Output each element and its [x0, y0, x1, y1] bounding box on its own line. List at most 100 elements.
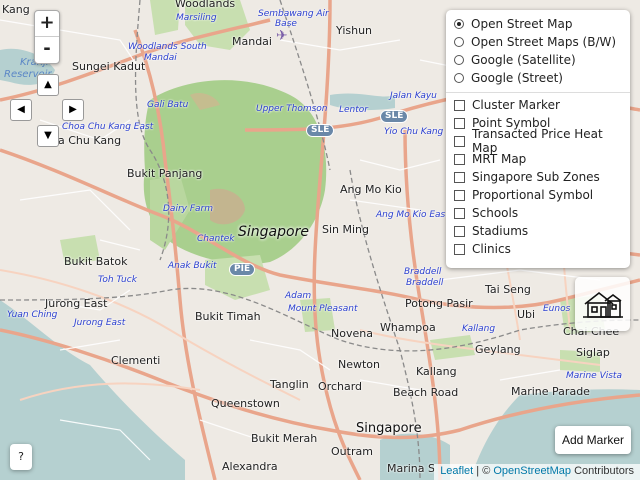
leaflet-link[interactable]: Leaflet [440, 465, 473, 477]
station-label: Dairy Farm [163, 204, 213, 214]
place-label: Bukit Timah [195, 310, 261, 323]
station-label: Yio Chu Kang [384, 127, 444, 137]
zoom-control: + - [34, 10, 60, 64]
zoom-out-button[interactable]: - [35, 37, 59, 63]
expressway-shield: PIE [229, 263, 256, 276]
base-layer-option[interactable]: Open Street Maps (B/W) [454, 33, 622, 51]
overlay-layer-option[interactable]: Transacted Price Heat Map [454, 127, 622, 155]
place-label: Bukit Batok [64, 255, 128, 268]
place-label: Beach Road [393, 386, 459, 399]
base-layer-option[interactable]: Open Street Map [454, 15, 622, 33]
station-label: Mount Pleasant [288, 304, 358, 314]
station-label: Toh Tuck [98, 275, 137, 285]
house-button[interactable] [575, 277, 630, 331]
checkbox[interactable] [454, 117, 465, 129]
station-label: Jalan Kayu [390, 91, 437, 101]
place-label: Woodlands [175, 0, 236, 10]
radio-button[interactable] [454, 55, 464, 65]
overlay-layer-label: Transacted Price Heat Map [472, 127, 603, 155]
place-label: Potong Pasir [405, 297, 473, 310]
station-label: Woodlands South [128, 42, 207, 52]
place-label: Singapore [238, 224, 309, 240]
checkbox[interactable] [454, 189, 465, 201]
place-label: Newton [338, 358, 381, 371]
layers-separator [446, 92, 630, 93]
place-label: Whampoa [380, 321, 436, 334]
place-label: Sin Ming [322, 223, 370, 236]
expressway-shield: SLE [306, 124, 335, 137]
station-label: Adam [285, 291, 312, 301]
place-label: Kallang [416, 365, 457, 378]
station-label: Yuan Ching [7, 310, 58, 320]
radio-button[interactable] [454, 19, 464, 29]
overlay-layer-option[interactable]: Cluster Marker [454, 96, 622, 114]
attribution-separator: | © [473, 465, 494, 477]
station-label: Jurong East [74, 318, 126, 328]
place-label: Ang Mo Kio [340, 183, 402, 196]
checkbox[interactable] [454, 153, 465, 165]
pan-down-button[interactable]: ▼ [37, 125, 59, 147]
overlay-layer-option[interactable]: Proportional Symbol [454, 186, 622, 204]
station-label: Marsiling [176, 13, 217, 23]
place-label: Mandai [232, 35, 272, 48]
station-label: Kallang [462, 324, 496, 334]
base-layer-option[interactable]: Google (Satellite) [454, 51, 622, 69]
pan-left-button[interactable]: ◀ [10, 99, 32, 121]
pan-right-button[interactable]: ▶ [62, 99, 84, 121]
place-label: Alexandra [222, 460, 278, 473]
overlay-layer-option[interactable]: Stadiums [454, 222, 622, 240]
place-label: Outram [331, 445, 373, 458]
place-label: Marine Parade [511, 385, 590, 398]
overlay-layer-option[interactable]: Schools [454, 204, 622, 222]
attribution-contributors: Contributors [571, 465, 634, 477]
station-label: Mandai [144, 53, 177, 63]
place-label: Singapore [356, 421, 422, 436]
airport-icon: ✈ [276, 28, 288, 44]
radio-button[interactable] [454, 37, 464, 47]
place-label: Queenstown [211, 397, 280, 410]
add-marker-button[interactable]: Add Marker [555, 426, 631, 454]
zoom-in-button[interactable]: + [35, 11, 59, 37]
base-layer-label: Google (Street) [471, 71, 563, 85]
overlay-layer-label: MRT Map [472, 152, 527, 166]
place-label: a Chu Kang [58, 134, 122, 147]
checkbox[interactable] [454, 171, 465, 183]
place-label: Orchard [318, 380, 363, 393]
overlay-layer-label: Schools [472, 206, 519, 220]
station-label: Anak Bukit [168, 261, 217, 271]
checkbox[interactable] [454, 135, 465, 147]
place-label: Marina S [387, 462, 436, 475]
place-label: Bukit Merah [251, 432, 318, 445]
overlay-layer-option[interactable]: Singapore Sub Zones [454, 168, 622, 186]
place-label: Ubi [517, 308, 536, 321]
checkbox[interactable] [454, 225, 465, 237]
pan-up-button[interactable]: ▲ [37, 74, 59, 96]
checkbox[interactable] [454, 207, 465, 219]
place-label: Siglap [576, 346, 610, 359]
radio-button[interactable] [454, 73, 464, 83]
station-label: Ang Mo Kio East [376, 210, 449, 220]
station-label: Choa Chu Kang East [62, 122, 154, 132]
station-label: Upper Thomson [256, 104, 328, 114]
help-button[interactable]: ? [10, 444, 32, 470]
place-label: Jurong East [45, 297, 108, 310]
layers-control: Open Street Map Open Street Maps (B/W) Goo… [446, 10, 630, 268]
place-label: Bukit Panjang [127, 167, 203, 180]
map-attribution: Leaflet | © OpenStreetMap Contributors [434, 464, 640, 480]
station-label: Braddell [404, 267, 442, 277]
place-label: Kang [2, 3, 30, 16]
checkbox[interactable] [454, 99, 465, 111]
overlay-layer-label: Singapore Sub Zones [472, 170, 600, 184]
house-icon [583, 291, 623, 318]
place-label: Base [275, 19, 297, 29]
place-label: Sembawang Air [258, 9, 329, 19]
station-label: Chantek [197, 234, 235, 244]
station-label: Marine Vista [566, 371, 622, 381]
place-label: Novena [331, 327, 373, 340]
checkbox[interactable] [454, 243, 465, 255]
overlay-layer-label: Clinics [472, 242, 511, 256]
overlay-layer-option[interactable]: Clinics [454, 240, 622, 258]
place-label: Yishun [336, 24, 373, 37]
base-layer-option[interactable]: Google (Street) [454, 69, 622, 87]
osm-link[interactable]: OpenStreetMap [493, 465, 571, 477]
